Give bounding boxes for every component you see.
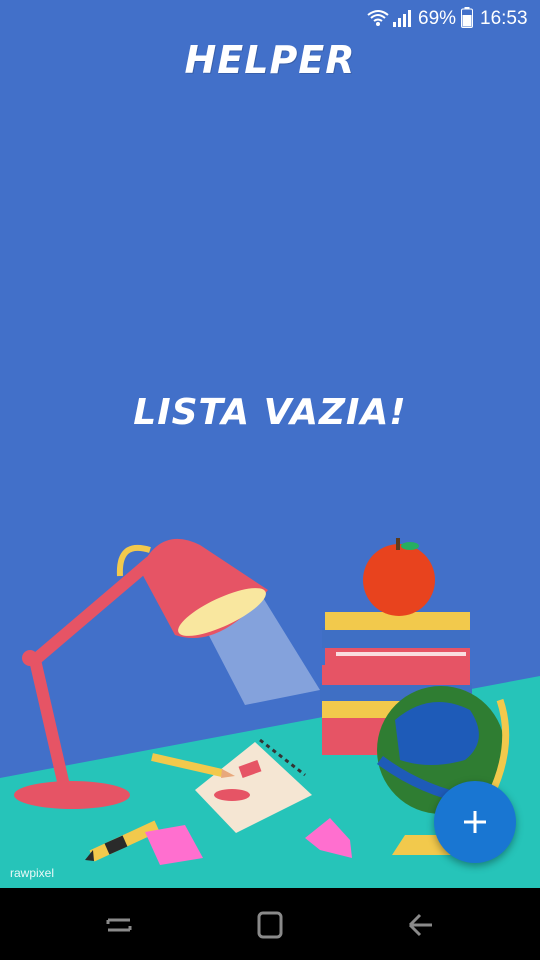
app-title: HELPER (184, 38, 356, 82)
back-icon[interactable] (406, 910, 436, 940)
empty-list-message: LISTA VAZIA! (133, 392, 407, 433)
watermark: rawpixel (10, 866, 55, 880)
status-bar: 69% 16:53 (0, 0, 540, 36)
wifi-icon (367, 10, 389, 26)
battery-icon (461, 7, 473, 28)
battery-percent: 69% (418, 8, 457, 29)
home-icon[interactable] (255, 910, 285, 940)
navigation-bar (0, 888, 540, 960)
signal-icon (393, 10, 411, 27)
recent-apps-icon[interactable] (104, 910, 134, 940)
plus-icon (464, 811, 486, 833)
add-button[interactable] (434, 781, 516, 863)
clock: 16:53 (480, 8, 528, 29)
